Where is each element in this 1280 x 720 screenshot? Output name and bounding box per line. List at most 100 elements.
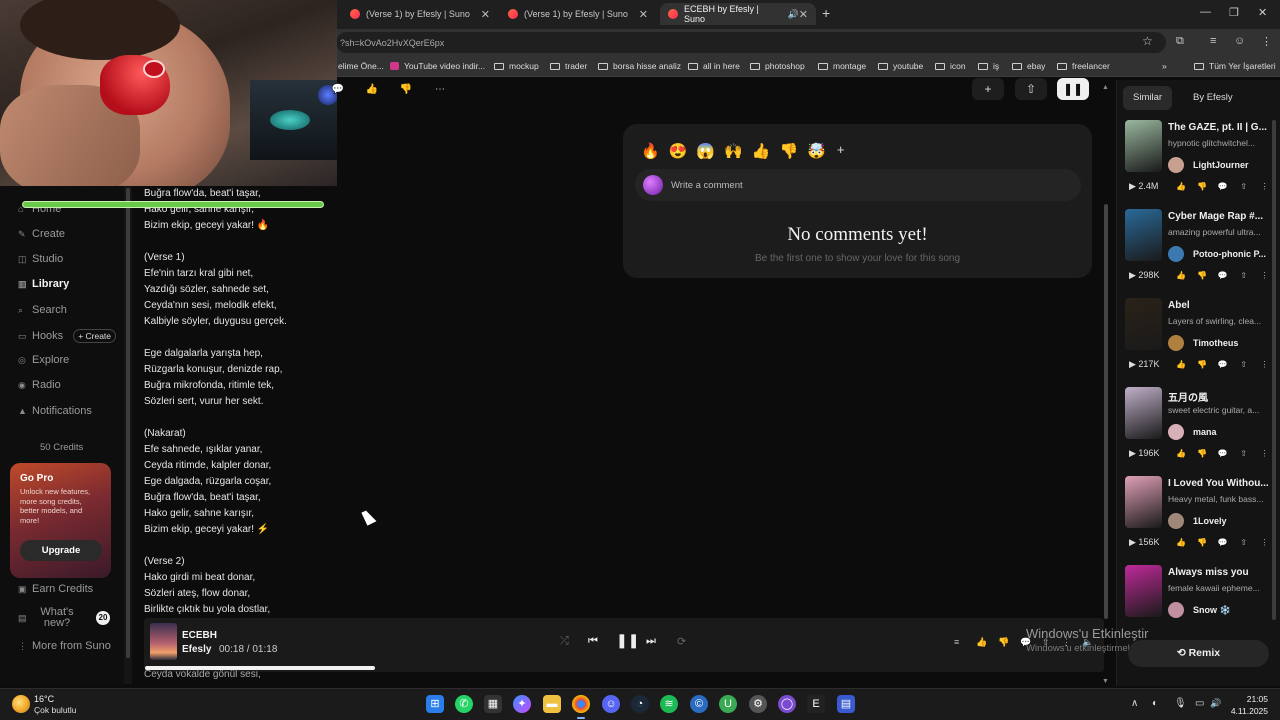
comment-icon[interactable]: 💬 (1212, 182, 1233, 191)
raised-hands-emoji[interactable]: 🙌 (724, 142, 743, 160)
scroll-up-icon[interactable]: ▲ (1102, 84, 1109, 91)
song-card[interactable]: Abel Layers of swirling, clea... Timotheus… (1125, 298, 1275, 386)
song-thumbnail[interactable] (1125, 387, 1162, 439)
sidebar-scrollbar[interactable] (124, 186, 132, 684)
close-tab-icon[interactable]: ✕ (799, 8, 808, 21)
dislike-icon[interactable]: 👎 (998, 637, 1009, 648)
song-card[interactable]: The GAZE, pt. II | G... hypnotic glitchwi… (1125, 120, 1275, 208)
app-circle-icon[interactable]: ◯ (778, 695, 796, 713)
hooks-create-button[interactable]: + Create (73, 329, 117, 343)
like-icon[interactable]: 👍 (1171, 182, 1192, 191)
bookmark-folder[interactable]: freelancer (1057, 61, 1110, 71)
whatsapp-icon[interactable]: ✆ (455, 695, 473, 713)
sidebar-item-radio[interactable]: ◉ Radio (18, 379, 61, 391)
media-icon[interactable]: ≡ (1210, 35, 1216, 47)
discord-icon[interactable]: ☺ (602, 695, 620, 713)
comment-input[interactable]: Write a comment (635, 169, 1081, 201)
repeat-icon[interactable]: ⟳ (677, 635, 686, 648)
song-user[interactable]: LightJourner (1168, 157, 1249, 173)
dislike-icon[interactable]: 👎 (1192, 182, 1213, 191)
thumbs-down-emoji[interactable]: 👎 (779, 142, 798, 160)
queue-icon[interactable]: ≡ (954, 637, 959, 647)
pause-button-top[interactable]: ❚❚ (1057, 78, 1089, 100)
song-title[interactable]: Always miss you (1168, 567, 1278, 578)
monitor-icon[interactable]: ▭ (1195, 698, 1204, 709)
song-cover[interactable] (150, 623, 177, 660)
mind-blown-emoji[interactable]: 🤯 (807, 142, 826, 160)
store-icon[interactable]: ▦ (484, 695, 502, 713)
player-artist[interactable]: Efesly (182, 644, 211, 655)
close-tab-icon[interactable]: ✕ (639, 8, 648, 21)
sidebar-item-library[interactable]: ▥ Library (18, 278, 69, 290)
bookmark-item[interactable]: YouTube video indir... (390, 61, 485, 71)
song-user[interactable]: 1Lovely (1168, 513, 1227, 529)
comment-icon[interactable]: 💬 (1212, 271, 1233, 280)
browser-tab-1[interactable]: (Verse 1) by Efesly | Suno ✕ (342, 3, 498, 25)
song-title[interactable]: The GAZE, pt. II | G... (1168, 122, 1278, 133)
spotify-icon[interactable]: ≋ (660, 695, 678, 713)
all-bookmarks[interactable]: Tüm Yer İşaretleri (1194, 61, 1276, 71)
dislike-icon[interactable]: 👎 (1192, 271, 1213, 280)
dislike-icon[interactable]: 👎 (1192, 538, 1213, 547)
tab-similar[interactable]: Similar (1123, 86, 1173, 110)
like-icon[interactable]: 👍 (364, 84, 380, 95)
heart-eyes-emoji[interactable]: 😍 (669, 142, 688, 160)
weather-icon[interactable] (12, 695, 30, 713)
dislike-icon[interactable]: 👎 (1192, 360, 1213, 369)
whats-new-link[interactable]: ▤ What's new? 20 (18, 607, 110, 629)
taskbar-time[interactable]: 21:05 (1218, 694, 1268, 704)
share-icon[interactable]: ⇧ (1233, 538, 1254, 547)
play-count[interactable]: ▶ 2.4M (1129, 181, 1171, 192)
bookmark-folder[interactable]: icon (935, 61, 966, 71)
share-icon[interactable]: ⇧ (1233, 360, 1254, 369)
bookmark-star-icon[interactable]: ☆ (1142, 34, 1153, 48)
maximize-icon[interactable]: ❐ (1229, 6, 1239, 19)
song-user[interactable]: Snow ❄️ (1168, 602, 1231, 618)
like-icon[interactable]: 👍 (1171, 271, 1192, 280)
bookmark-folder[interactable]: trader (550, 61, 587, 71)
app-c-icon[interactable]: © (690, 695, 708, 713)
main-scrollbar[interactable]: ▲ ▼ (1102, 84, 1110, 688)
profile-icon[interactable]: ☺ (1234, 35, 1245, 47)
comment-icon[interactable]: 💬 (1212, 449, 1233, 458)
like-icon[interactable]: 👍 (1171, 360, 1192, 369)
song-user[interactable]: Timotheus (1168, 335, 1238, 351)
calculator-icon[interactable]: ▤ (837, 695, 855, 713)
song-thumbnail[interactable] (1125, 476, 1162, 528)
shuffle-icon[interactable]: ⤮ (560, 635, 569, 648)
bookmark-folder[interactable]: montage (818, 61, 866, 71)
song-card[interactable]: Cyber Mage Rap #... amazing powerful ultr… (1125, 209, 1275, 297)
add-button[interactable]: + (972, 78, 1004, 100)
song-user[interactable]: mana (1168, 424, 1217, 440)
pause-icon[interactable]: ❚❚ (616, 632, 639, 649)
like-icon[interactable]: 👍 (976, 637, 987, 648)
scroll-down-icon[interactable]: ▼ (1102, 678, 1109, 685)
share-button[interactable]: ⇧ (1015, 78, 1047, 100)
bookmark-folder[interactable]: ebay (1012, 61, 1045, 71)
sidebar-item-create[interactable]: ✎ Create (18, 228, 65, 240)
more-icon[interactable]: ⋯ (432, 84, 448, 95)
add-reaction-button[interactable]: + (837, 142, 845, 160)
player-song-title[interactable]: ECEBH (182, 630, 217, 641)
song-title[interactable]: Cyber Mage Rap #... (1168, 211, 1278, 222)
dislike-icon[interactable]: 👎 (398, 84, 414, 95)
fire-emoji[interactable]: 🔥 (641, 142, 660, 160)
speaker-icon[interactable]: 🔊 (788, 9, 799, 20)
more-bookmarks-icon[interactable]: » (1162, 61, 1167, 71)
new-tab-icon[interactable]: + (822, 5, 830, 21)
sidebar-item-explore[interactable]: ◎ Explore (18, 354, 69, 366)
browser-tab-2[interactable]: (Verse 1) by Efesly | Suno ✕ (500, 3, 656, 25)
tray-app-icon[interactable]: ◐ (1152, 698, 1158, 709)
app-settings-icon[interactable]: ⚙ (749, 695, 767, 713)
song-title[interactable]: Abel (1168, 300, 1278, 311)
bookmark-folder[interactable]: iş (978, 61, 999, 71)
close-window-icon[interactable]: ✕ (1258, 6, 1267, 19)
share-icon[interactable]: ⇧ (1233, 182, 1254, 191)
weather-description[interactable]: Çok bulutlu (34, 705, 77, 715)
play-count[interactable]: ▶ 298K (1129, 270, 1171, 281)
song-user[interactable]: Potoo-phonic P... (1168, 246, 1266, 262)
play-count[interactable]: ▶ 196K (1129, 448, 1171, 459)
song-thumbnail[interactable] (1125, 120, 1162, 172)
browser-tab-active[interactable]: ECEBH by Efesly | Suno 🔊 ✕ (660, 3, 816, 25)
taskbar-date[interactable]: 4.11.2025 (1218, 706, 1268, 716)
